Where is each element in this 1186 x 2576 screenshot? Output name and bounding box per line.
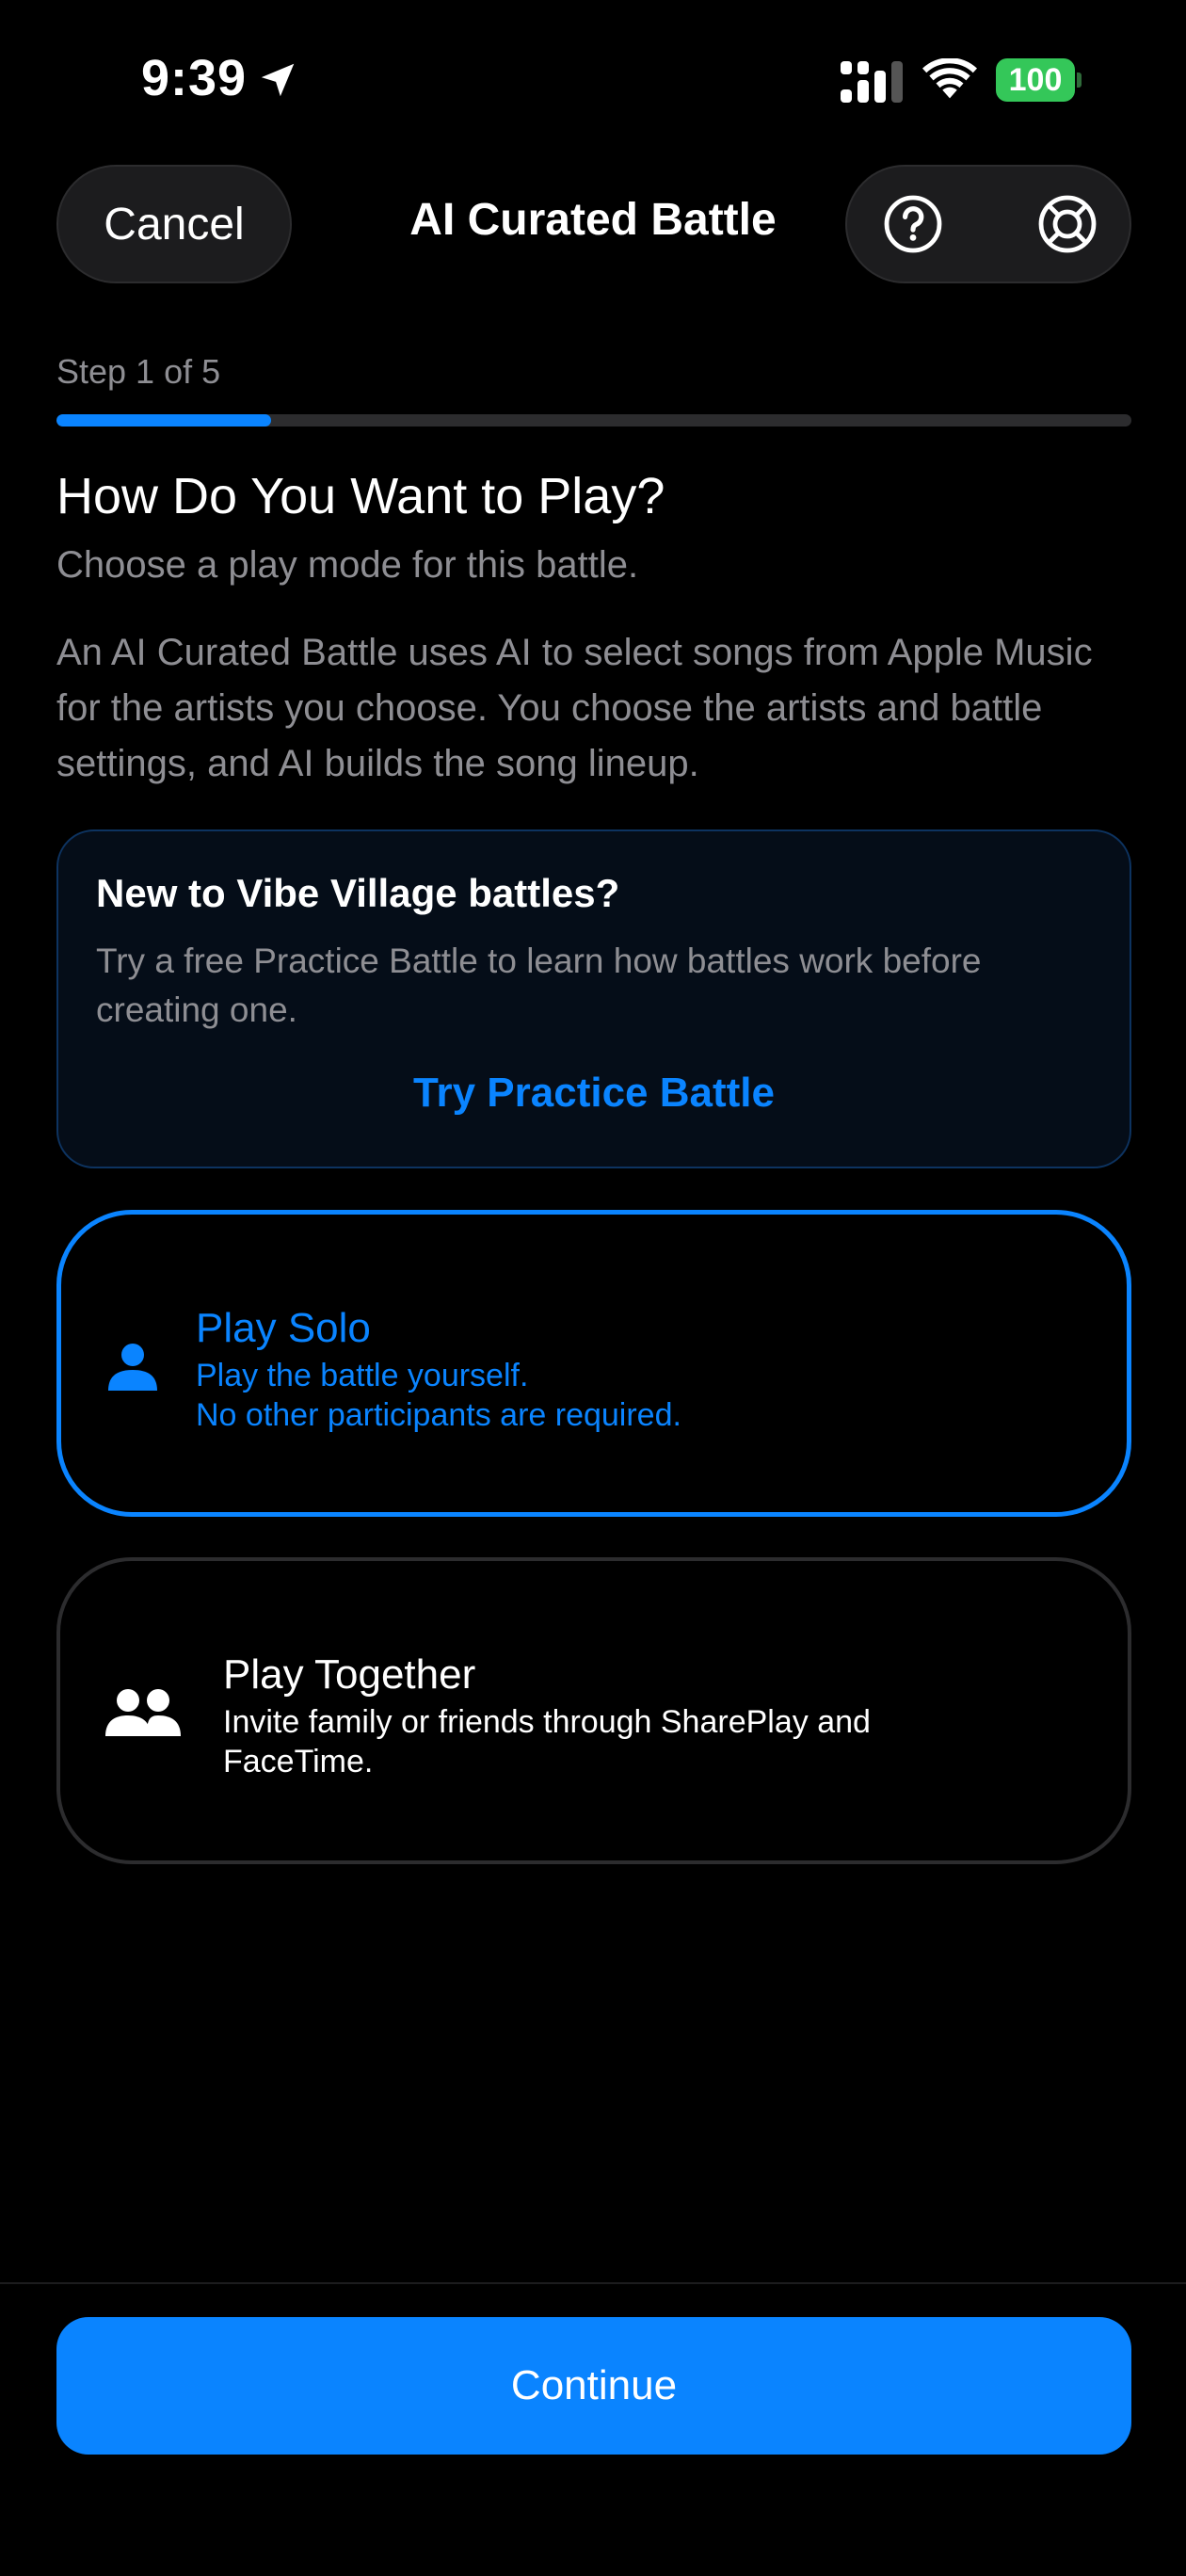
practice-card-body: Try a free Practice Battle to learn how … — [96, 942, 982, 1029]
play-solo-description-line: Play the battle yourself. — [196, 1358, 529, 1393]
location-arrow-icon — [261, 63, 295, 97]
battery-body: 100 — [996, 58, 1075, 102]
person-icon — [108, 1344, 157, 1391]
battery-level: 100 — [1008, 61, 1063, 98]
play-solo-description-line: No other participants are required. — [196, 1397, 681, 1433]
try-practice-battle-button[interactable]: Try Practice Battle — [58, 1069, 1130, 1118]
continue-button[interactable]: Continue — [56, 2317, 1131, 2455]
battle-description: An AI Curated Battle uses AI to select s… — [56, 632, 1093, 784]
lifebuoy-icon[interactable] — [1037, 194, 1098, 254]
wifi-icon — [922, 58, 977, 99]
status-time: 9:39 — [141, 50, 248, 106]
practice-battle-card: New to Vibe Village battles? Try a free … — [56, 829, 1131, 1168]
battery-cap — [1077, 72, 1082, 88]
play-together-title: Play Together — [223, 1651, 476, 1698]
battery-icon: 100 — [996, 58, 1082, 102]
section-heading: How Do You Want to Play? — [56, 468, 665, 524]
practice-card-title: New to Vibe Village battles? — [96, 871, 620, 915]
cellular-signal-icon — [841, 61, 903, 103]
play-solo-title: Play Solo — [196, 1305, 371, 1351]
page-title: AI Curated Battle — [409, 195, 777, 245]
nav-actions-group — [845, 165, 1131, 283]
progress-bar-fill — [56, 414, 272, 427]
status-bar: 9:39 100 — [0, 0, 1186, 160]
cancel-button[interactable]: Cancel — [56, 165, 292, 283]
two-people-icon — [105, 1689, 181, 1736]
play-solo-option[interactable]: Play Solo Play the battle yourself. No o… — [56, 1210, 1131, 1517]
question-circle-icon[interactable] — [883, 194, 943, 254]
footer-divider — [0, 2282, 1186, 2284]
play-solo-description: Play the battle yourself. No other parti… — [196, 1356, 1043, 1435]
section-subheading: Choose a play mode for this battle. — [56, 544, 639, 586]
play-together-option[interactable]: Play Together Invite family or friends t… — [56, 1557, 1131, 1864]
step-indicator: Step 1 of 5 — [56, 352, 221, 391]
progress-bar — [56, 414, 1131, 427]
play-together-description: Invite family or friends through SharePl… — [223, 1704, 871, 1779]
